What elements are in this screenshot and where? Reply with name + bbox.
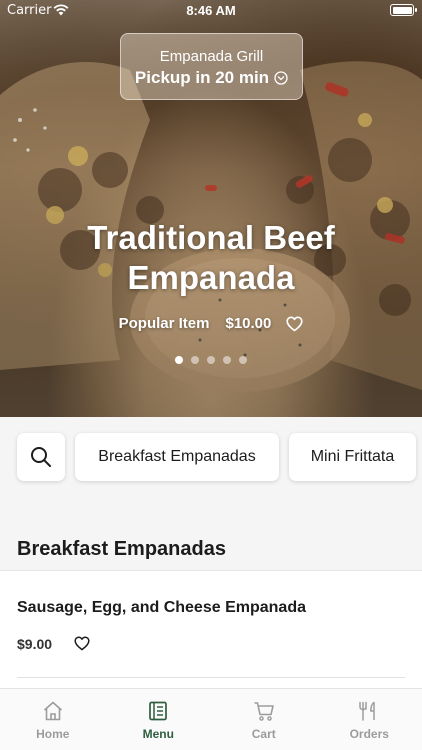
store-name: Empanada Grill	[159, 48, 264, 65]
carousel-dot[interactable]	[175, 356, 183, 364]
tab-label: Orders	[349, 727, 389, 741]
tab-menu[interactable]: Menu	[106, 689, 212, 750]
menu-item-price: $9.00	[17, 636, 53, 652]
tab-label: Cart	[251, 727, 276, 741]
pickup-time: Pickup in 20 min	[134, 68, 270, 87]
battery-icon	[390, 4, 417, 16]
carousel-dot[interactable]	[223, 356, 231, 364]
section-title: Breakfast Empanadas	[17, 538, 226, 560]
divider	[17, 677, 405, 678]
hero-item-meta: Popular Item $10.00	[0, 315, 422, 332]
hero-price: $10.00	[225, 315, 272, 332]
status-bar: Carrier 8:46 AM	[0, 0, 422, 22]
hero-banner[interactable]: Carrier 8:46 AM Empanada Grill Pickup in…	[0, 0, 422, 417]
search-button[interactable]	[17, 433, 65, 481]
menu-icon	[149, 701, 168, 721]
tab-orders[interactable]: Orders	[317, 689, 422, 750]
status-time: 8:46 AM	[186, 3, 236, 18]
hero-item-title: Traditional Beef Empanada	[0, 218, 422, 298]
favorite-heart-icon[interactable]	[74, 636, 90, 651]
category-bar: Breakfast Empanadas Mini Frittata	[0, 433, 422, 483]
carousel-dot[interactable]	[207, 356, 215, 364]
heart-icon[interactable]	[286, 316, 303, 332]
category-chip-mini-frittata[interactable]: Mini Frittata	[289, 433, 416, 481]
hero-title-line1: Traditional Beef	[87, 219, 335, 256]
tab-label: Home	[36, 727, 70, 741]
tab-home[interactable]: Home	[0, 689, 106, 750]
orders-icon	[359, 701, 375, 721]
carousel-dot[interactable]	[191, 356, 199, 364]
cart-icon	[254, 702, 274, 721]
home-icon	[43, 701, 62, 721]
hero-title-line2: Empanada	[127, 259, 295, 296]
carousel-dot[interactable]	[239, 356, 247, 364]
chevron-down-circle-icon	[274, 71, 288, 85]
popular-badge: Popular Item	[118, 315, 210, 332]
menu-item-list: Sausage, Egg, and Cheese Empanada $9.00	[0, 570, 422, 695]
tab-label: Menu	[142, 727, 174, 741]
pickup-time-row: Pickup in 20 min	[121, 68, 302, 88]
store-selector[interactable]: Empanada Grill Pickup in 20 min	[120, 33, 303, 100]
search-icon	[31, 447, 51, 467]
tab-bar: Home Menu Cart Orders	[0, 688, 422, 750]
carousel-dots[interactable]	[0, 356, 422, 364]
menu-item-name: Sausage, Egg, and Cheese Empanada	[17, 599, 306, 616]
category-chip-breakfast-empanadas[interactable]: Breakfast Empanadas	[75, 433, 279, 481]
tab-cart[interactable]: Cart	[211, 689, 317, 750]
